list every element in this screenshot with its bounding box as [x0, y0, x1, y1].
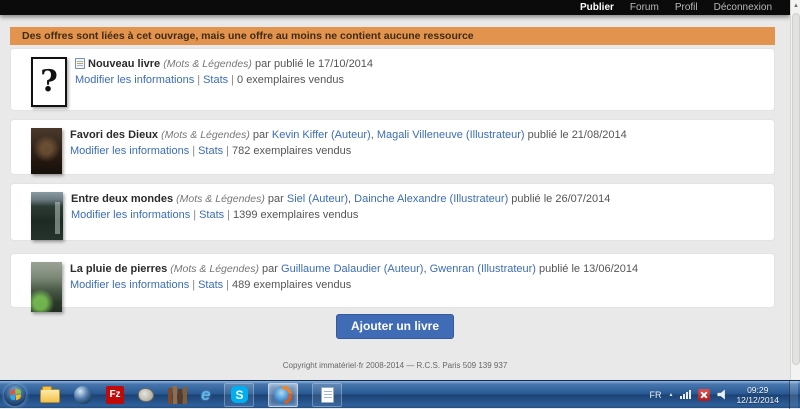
book-row-nouveau-livre: ? Nouveau livre (Mots & Légendes) par pu…: [10, 48, 775, 111]
gimp-icon[interactable]: [138, 388, 154, 402]
sales-count: 782 exemplaires vendus: [232, 145, 351, 157]
par-label: par: [253, 129, 269, 141]
footer-copyright: Copyright immatériel·fr 2008-2014 — R.C.…: [0, 361, 790, 370]
separator: |: [224, 209, 233, 221]
book-series: (Mots & Légendes): [176, 193, 265, 205]
taskbar-apps: Fz e S: [4, 383, 342, 407]
browser-page: Publier Forum Profil Déconnexion Des off…: [0, 0, 800, 380]
windows-flag-icon: [10, 388, 21, 400]
book-cover[interactable]: [31, 128, 62, 174]
illustrator-link[interactable]: Dainche Alexandre (Illustrateur): [354, 193, 508, 205]
media-orb-icon[interactable]: [74, 386, 92, 404]
new-page-icon: [75, 58, 85, 69]
notepad-icon: [321, 387, 334, 403]
warning-banner: Des offres sont liées à cet ouvrage, mai…: [10, 27, 775, 45]
windows-taskbar: Fz e S FR ▲ 09:29 12/12/2014: [0, 380, 800, 408]
illustrator-link[interactable]: Gwenran (Illustrateur): [430, 263, 536, 275]
separator: |: [189, 279, 198, 291]
book-cover[interactable]: [31, 262, 62, 312]
calibre-books-icon[interactable]: [168, 386, 187, 404]
book-info: La pluie de pierres (Mots & Légendes) pa…: [70, 262, 638, 299]
language-indicator[interactable]: FR: [650, 390, 662, 400]
par-label: par: [268, 193, 284, 205]
nav-publier[interactable]: Publier: [580, 2, 614, 13]
system-tray: FR ▲ 09:29 12/12/2014: [650, 381, 800, 409]
sales-count: 489 exemplaires vendus: [232, 279, 351, 291]
book-info: Favori des Dieux (Mots & Légendes) par K…: [70, 128, 627, 166]
illustrator-link[interactable]: Magali Villeneuve (Illustrateur): [377, 129, 525, 141]
notepad-taskbar-button[interactable]: [312, 383, 342, 407]
book-info: Entre deux mondes (Mots & Légendes) par …: [71, 192, 610, 232]
book-title: La pluie de pierres: [70, 263, 167, 275]
par-label: par: [255, 58, 271, 70]
separator: |: [189, 145, 198, 157]
firefox-taskbar-button[interactable]: [268, 383, 298, 407]
hidden-icons-arrow-icon[interactable]: ▲: [669, 392, 674, 398]
volume-icon[interactable]: [717, 389, 729, 400]
sales-count: 0 exemplaires vendus: [237, 74, 344, 86]
sales-count: 1399 exemplaires vendus: [233, 209, 358, 221]
tray-clock[interactable]: 09:29 12/12/2014: [736, 385, 779, 405]
skype-icon: S: [231, 386, 248, 403]
tray-date: 12/12/2014: [736, 395, 779, 405]
nav-forum[interactable]: Forum: [630, 2, 659, 13]
scrollbar-thumb[interactable]: [792, 13, 800, 365]
published-date: publié le 21/08/2014: [528, 129, 627, 141]
stats-link[interactable]: Stats: [198, 279, 223, 291]
internet-explorer-icon[interactable]: e: [201, 386, 210, 404]
action-center-alert-icon[interactable]: [698, 389, 710, 401]
separator: |: [223, 279, 232, 291]
top-nav-bar: Publier Forum Profil Déconnexion: [0, 0, 790, 15]
separator: |: [223, 145, 232, 157]
tray-time: 09:29: [736, 385, 779, 395]
firefox-icon: [274, 386, 292, 404]
par-label: par: [262, 263, 278, 275]
stats-link[interactable]: Stats: [203, 74, 228, 86]
published-date: publié le 26/07/2014: [511, 193, 610, 205]
book-series: (Mots & Légendes): [170, 263, 259, 275]
question-mark-glyph: ?: [40, 67, 58, 97]
published-date: publié le 17/10/2014: [274, 58, 373, 70]
book-title: Nouveau livre: [88, 58, 160, 70]
book-row-entre-deux-mondes: Entre deux mondes (Mots & Légendes) par …: [10, 183, 775, 241]
author-link[interactable]: Kevin Kiffer (Auteur): [272, 129, 371, 141]
add-book-button[interactable]: Ajouter un livre: [336, 314, 454, 339]
book-row-la-pluie-de-pierres: La pluie de pierres (Mots & Légendes) pa…: [10, 253, 775, 308]
stats-link[interactable]: Stats: [198, 145, 223, 157]
book-title: Entre deux mondes: [71, 193, 173, 205]
book-cover[interactable]: [31, 192, 63, 240]
vertical-scrollbar[interactable]: ▲: [790, 0, 800, 380]
edit-informations-link[interactable]: Modifier les informations: [70, 279, 189, 291]
scrollbar-up-arrow-icon[interactable]: ▲: [791, 0, 800, 12]
comma: ,: [348, 193, 351, 205]
author-link[interactable]: Siel (Auteur): [287, 193, 348, 205]
nav-profil[interactable]: Profil: [675, 2, 698, 13]
show-desktop-button[interactable]: [789, 381, 798, 409]
stats-link[interactable]: Stats: [199, 209, 224, 221]
edit-informations-link[interactable]: Modifier les informations: [70, 145, 189, 157]
published-date: publié le 13/06/2014: [539, 263, 638, 275]
network-icon[interactable]: [680, 390, 691, 399]
book-row-favori-des-dieux: Favori des Dieux (Mots & Légendes) par K…: [10, 119, 775, 175]
comma: ,: [423, 263, 426, 275]
nav-deconnexion[interactable]: Déconnexion: [714, 2, 772, 13]
filezilla-icon[interactable]: Fz: [106, 386, 124, 404]
comma: ,: [371, 129, 374, 141]
edit-informations-link[interactable]: Modifier les informations: [71, 209, 190, 221]
start-button[interactable]: [4, 384, 26, 406]
author-link[interactable]: Guillaume Dalaudier (Auteur): [281, 263, 423, 275]
book-series: (Mots & Légendes): [163, 58, 252, 70]
explorer-icon[interactable]: [40, 389, 60, 403]
book-series: (Mots & Légendes): [161, 129, 250, 141]
edit-informations-link[interactable]: Modifier les informations: [75, 74, 194, 86]
separator: |: [228, 74, 237, 86]
separator: |: [190, 209, 199, 221]
skype-taskbar-button[interactable]: S: [224, 383, 254, 407]
book-title: Favori des Dieux: [70, 129, 158, 141]
button-row: Ajouter un livre: [0, 314, 790, 339]
book-info: Nouveau livre (Mots & Légendes) par publ…: [75, 57, 373, 102]
book-cover-placeholder[interactable]: ?: [31, 57, 67, 107]
separator: |: [194, 74, 203, 86]
